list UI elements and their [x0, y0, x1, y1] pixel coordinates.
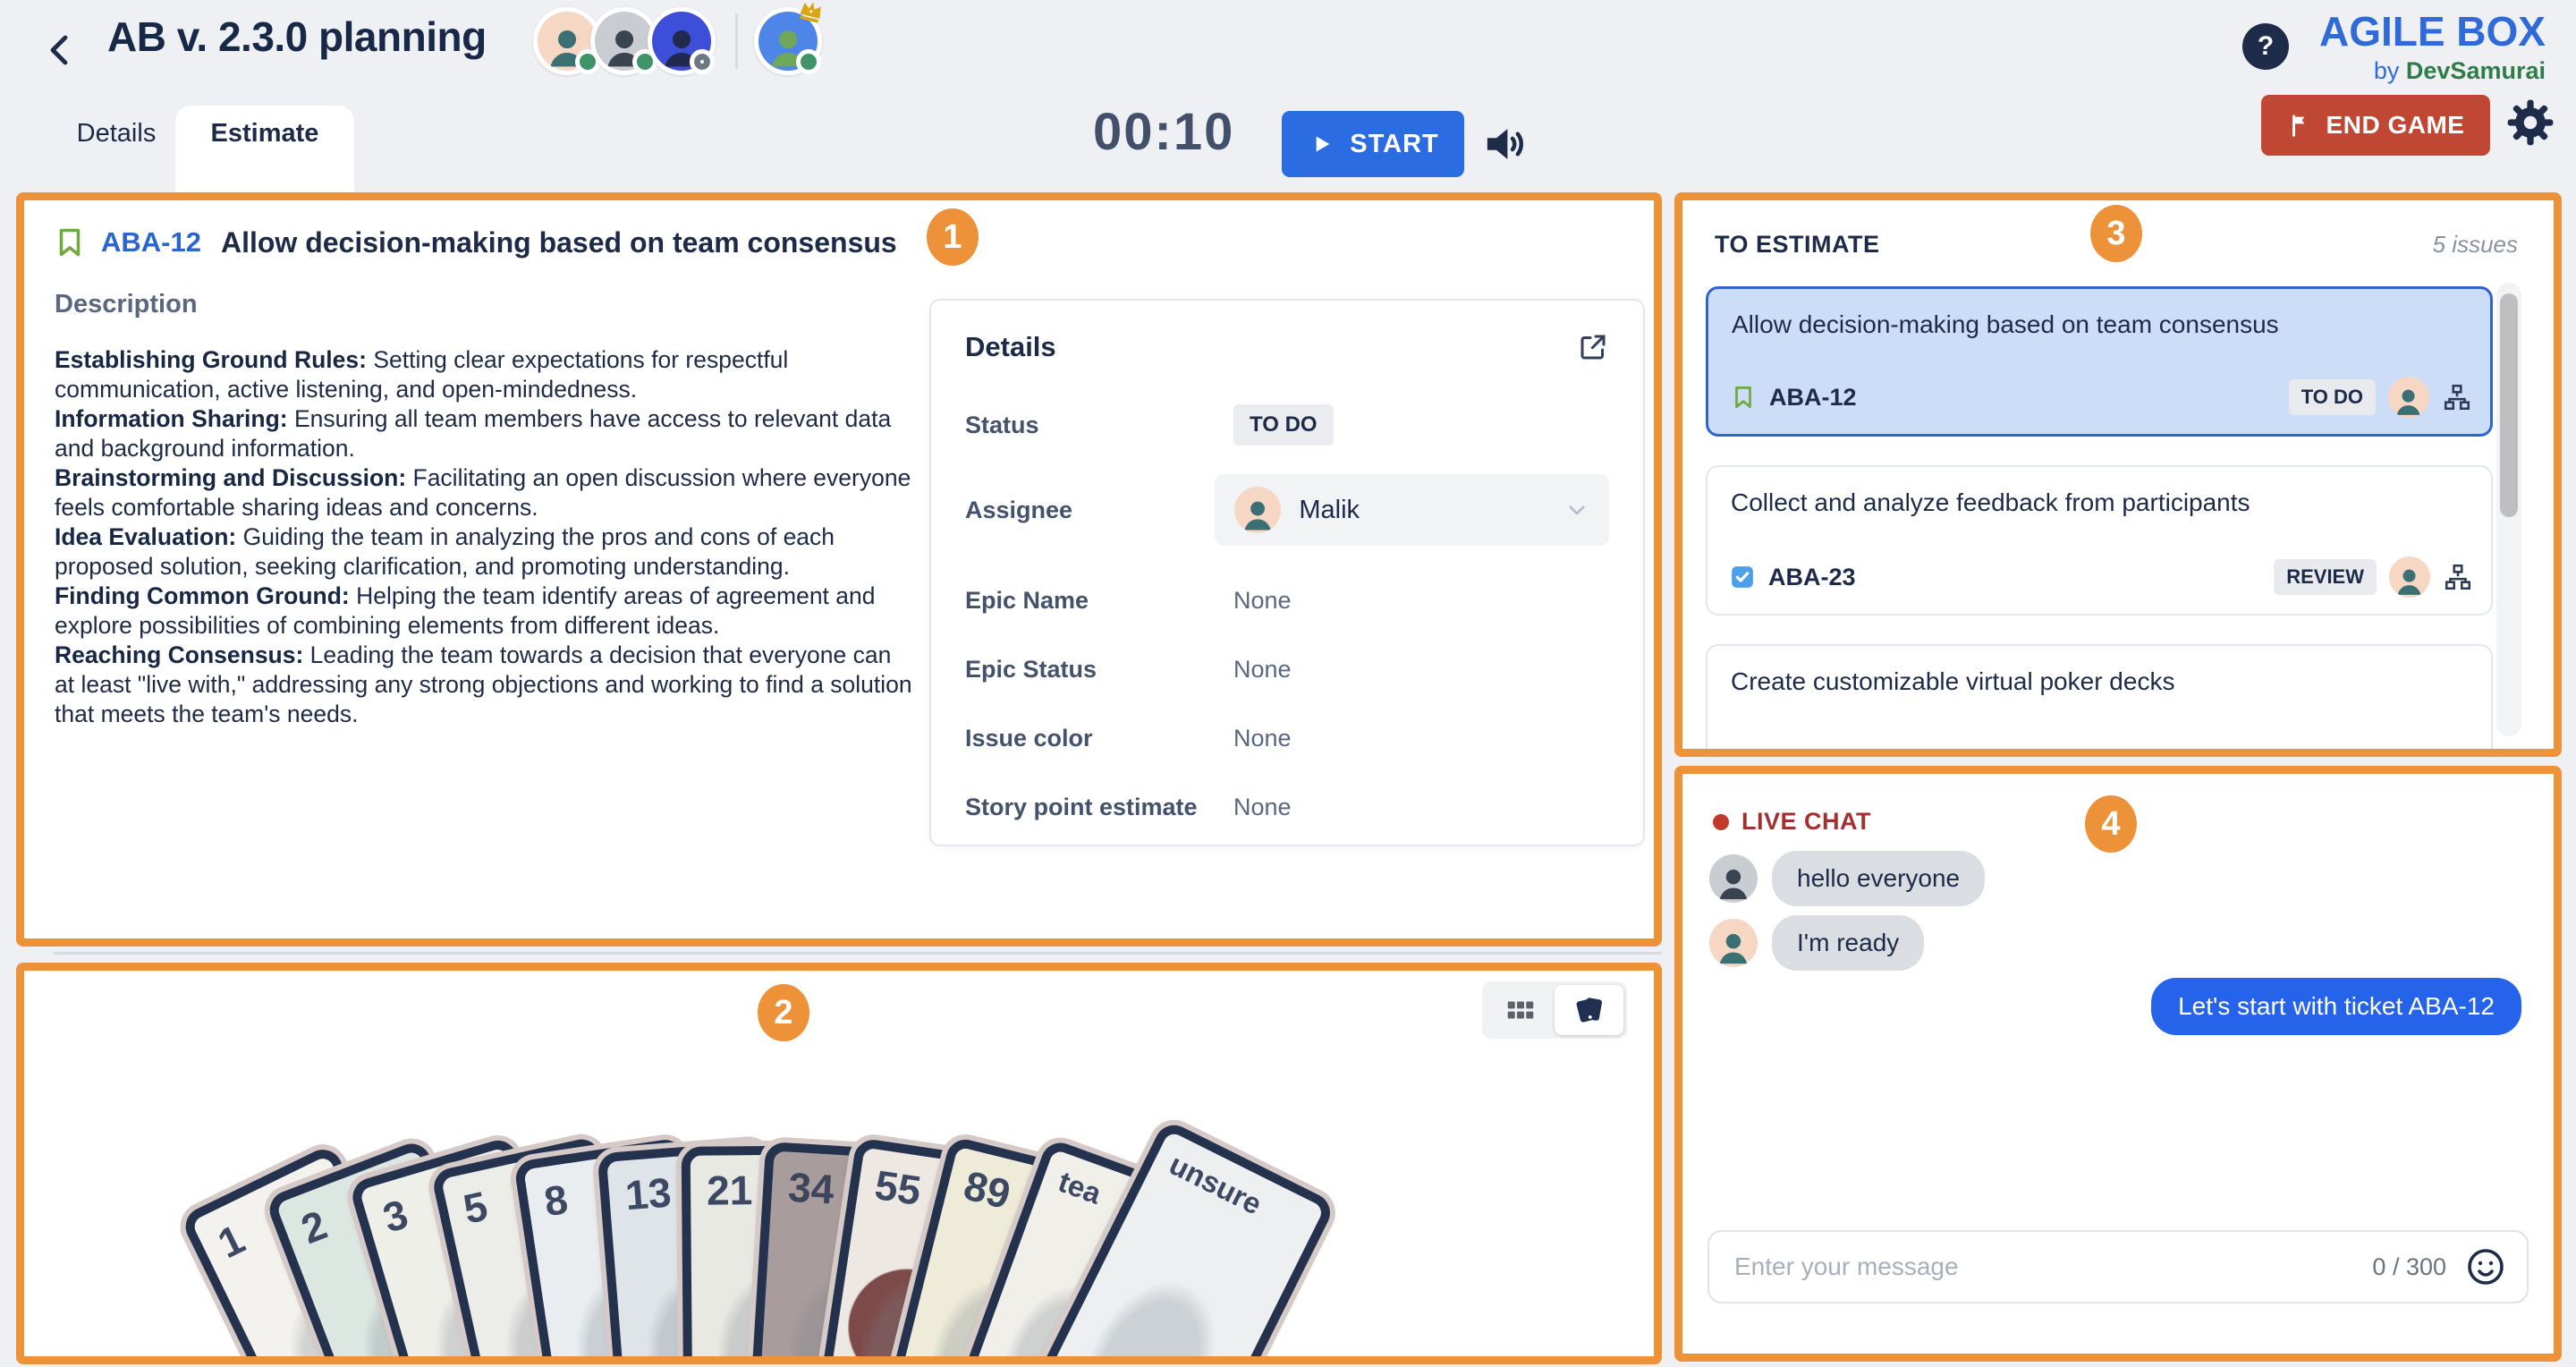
- settings-button[interactable]: [2504, 97, 2556, 149]
- logo-by-brand: DevSamurai: [2406, 57, 2546, 84]
- emoji-icon[interactable]: [2464, 1245, 2507, 1288]
- fan-view-button[interactable]: [1555, 985, 1623, 1035]
- issue-card-aba-23[interactable]: Collect and analyze feedback from partic…: [1706, 465, 2493, 616]
- live-chat-heading: LIVE CHAT: [1741, 808, 1871, 836]
- chat-message: hello everyone: [1709, 851, 1985, 906]
- start-button[interactable]: START: [1282, 111, 1464, 177]
- gear-icon: [2504, 97, 2556, 149]
- details-card-heading: Details: [965, 331, 1056, 363]
- avatar-host[interactable]: [754, 7, 822, 75]
- issue-assignee-avatar: [2388, 377, 2429, 418]
- assignee-dropdown[interactable]: Malik: [1215, 474, 1609, 546]
- chat-bubble: I'm ready: [1772, 915, 1924, 971]
- live-dot: [1713, 814, 1729, 830]
- issue-list: Allow decision-making based on team cons…: [1706, 286, 2493, 757]
- chat-input-placeholder: Enter your message: [1734, 1252, 2354, 1281]
- issue-title: Allow decision-making based on team cons…: [221, 226, 897, 259]
- chevron-down-icon: [1563, 496, 1591, 524]
- char-counter: 0 / 300: [2372, 1253, 2446, 1281]
- annotation-badge-4: 4: [2085, 795, 2137, 853]
- story-bookmark-icon: [1730, 382, 1757, 412]
- detail-row-issue-color: Issue color None: [965, 725, 1609, 752]
- play-icon: [1307, 130, 1335, 158]
- story-bookmark-icon: [53, 224, 87, 261]
- deck-view-toggle: [1482, 981, 1627, 1039]
- flag-icon: [2287, 112, 2314, 139]
- assignee-name: Malik: [1299, 496, 1360, 525]
- end-game-label: END GAME: [2326, 111, 2465, 140]
- detail-row-status: Status TO DO: [965, 404, 1609, 446]
- hierarchy-icon[interactable]: [2442, 382, 2472, 412]
- logo-title: AGILE BOX: [2319, 7, 2546, 55]
- to-estimate-heading: TO ESTIMATE: [1715, 231, 1880, 259]
- away-status-dot: [690, 49, 715, 74]
- chat-message: I'm ready: [1709, 915, 1924, 971]
- online-status-dot: [796, 49, 821, 74]
- chat-bubble-outgoing: Let's start with ticket ABA-12: [2151, 978, 2521, 1035]
- logo-by-prefix: by: [2374, 57, 2400, 84]
- tab-details[interactable]: Details: [54, 119, 179, 149]
- scrollbar-track[interactable]: [2496, 283, 2521, 736]
- issue-description: Establishing Ground Rules: Setting clear…: [55, 345, 913, 729]
- to-estimate-panel: TO ESTIMATE 5 issues Allow decision-maki…: [1674, 192, 2562, 757]
- avatar-divider: [735, 13, 738, 69]
- detail-row-story-point: Story point estimate None: [965, 794, 1609, 821]
- grid-view-button[interactable]: [1486, 985, 1555, 1035]
- panel-divider: [54, 952, 1662, 955]
- app-logo: AGILE BOX by DevSamurai: [2319, 7, 2546, 85]
- person-icon: [2391, 383, 2426, 418]
- grid-icon: [1504, 993, 1538, 1027]
- issue-card-cut[interactable]: Create customizable virtual poker decks: [1706, 644, 2493, 757]
- scrollbar-thumb[interactable]: [2500, 293, 2518, 517]
- task-check-icon: [1729, 562, 1756, 592]
- sound-button[interactable]: [1480, 120, 1529, 168]
- details-card: Details Status TO DO Assignee Malik Epic…: [929, 299, 1645, 846]
- issue-status-badge: TO DO: [2289, 379, 2376, 415]
- page-title: AB v. 2.3.0 planning: [107, 13, 487, 61]
- card-deck-panel: 1 2 3 5 8 13 21 34 55 89 tea unsure: [16, 963, 1662, 1364]
- person-icon: [1238, 494, 1277, 533]
- cards-fan-icon: [1572, 993, 1606, 1027]
- annotation-badge-2: 2: [758, 984, 809, 1041]
- end-game-button[interactable]: END GAME: [2261, 95, 2490, 156]
- issue-detail-panel: ABA-12 Allow decision-making based on te…: [16, 192, 1662, 947]
- chevron-left-icon: [39, 29, 82, 72]
- help-button[interactable]: ?: [2242, 23, 2289, 70]
- participant-avatars[interactable]: [533, 7, 822, 75]
- back-button[interactable]: [39, 29, 82, 72]
- person-icon: [1713, 862, 1754, 903]
- chat-bubble: hello everyone: [1772, 851, 1985, 906]
- speaker-icon: [1480, 120, 1529, 168]
- live-chat-panel: LIVE CHAT hello everyone I'm ready Let's…: [1674, 766, 2562, 1362]
- start-button-label: START: [1350, 130, 1439, 159]
- issue-card-aba-12[interactable]: Allow decision-making based on team cons…: [1706, 286, 2493, 437]
- annotation-badge-1: 1: [927, 208, 979, 266]
- issue-assignee-avatar: [2389, 556, 2430, 598]
- issue-count: 5 issues: [2433, 231, 2518, 259]
- chat-avatar: [1709, 919, 1758, 967]
- hierarchy-icon[interactable]: [2443, 562, 2473, 592]
- issue-key-link[interactable]: ABA-12: [101, 226, 201, 259]
- tab-estimate[interactable]: Estimate: [175, 119, 354, 149]
- timer-value: 00:10: [1093, 102, 1234, 162]
- chat-input[interactable]: Enter your message 0 / 300: [1707, 1230, 2529, 1303]
- person-icon: [1713, 926, 1754, 967]
- detail-row-epic-name: Epic Name None: [965, 587, 1609, 615]
- annotation-badge-3: 3: [2090, 205, 2142, 262]
- status-badge[interactable]: TO DO: [1233, 404, 1334, 446]
- avatar[interactable]: [648, 7, 716, 75]
- description-heading: Description: [55, 290, 198, 319]
- poker-card-fan: 1 2 3 5 8 13 21 34 55 89 tea unsure: [319, 1057, 1303, 1364]
- detail-row-assignee: Assignee Malik: [965, 474, 1609, 546]
- assignee-avatar: [1234, 487, 1281, 533]
- issue-status-badge: REVIEW: [2274, 559, 2377, 595]
- detail-row-epic-status: Epic Status None: [965, 656, 1609, 684]
- external-link-icon[interactable]: [1577, 331, 1609, 363]
- person-icon: [2392, 563, 2427, 598]
- chat-avatar: [1709, 854, 1758, 903]
